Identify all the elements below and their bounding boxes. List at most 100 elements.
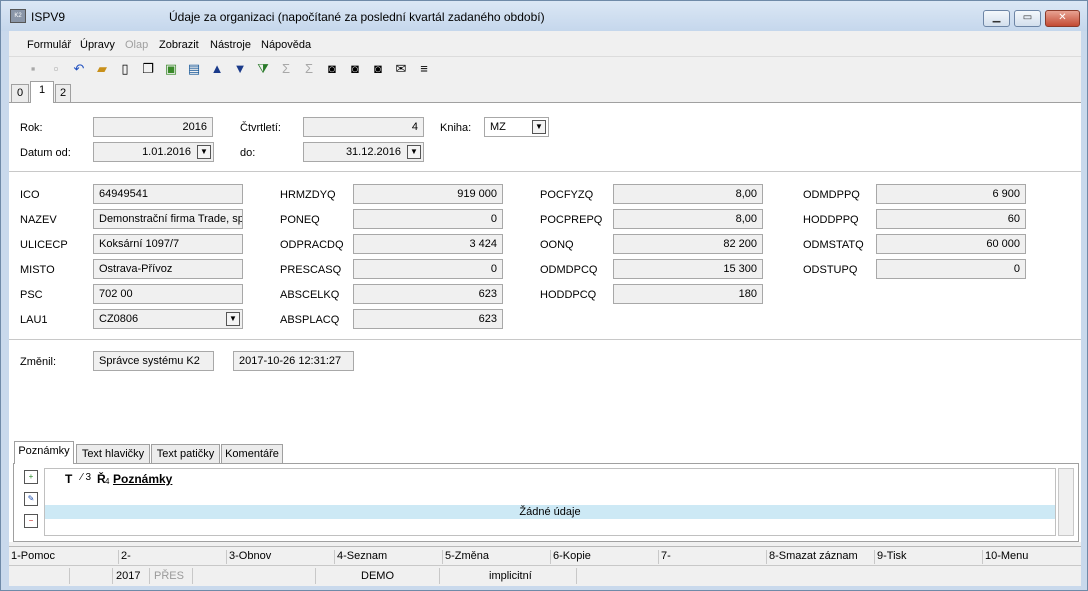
function-key-bar: 1-Pomoc 2- 3-Obnov 4-Seznam 5-Změna 6-Ko… <box>9 546 1081 564</box>
binoculars-back-icon[interactable]: ◙ <box>346 60 364 78</box>
add-note-icon[interactable]: + <box>24 470 38 484</box>
misto-field[interactable]: Ostrava-Přívoz <box>93 259 243 279</box>
zmenil-label: Změnil: <box>20 356 57 368</box>
fkey-5[interactable]: 5-Změna <box>442 550 489 564</box>
tab-text-hlavicky[interactable]: Text hlavičky <box>76 444 150 463</box>
abscelkq-field[interactable]: 623 <box>353 284 503 304</box>
hoddpcq-field[interactable]: 180 <box>613 284 763 304</box>
fkey-4[interactable]: 4-Seznam <box>334 550 387 564</box>
envelope-icon[interactable]: ✉ <box>392 60 410 78</box>
column-3[interactable]: ⁄ 3 <box>81 472 91 483</box>
filter-icon[interactable]: ⧩ <box>254 60 272 78</box>
odstupq-field[interactable]: 0 <box>876 259 1026 279</box>
fkey-10[interactable]: 10-Menu <box>982 550 1028 564</box>
maximize-button[interactable]: ▭ <box>1014 10 1041 27</box>
notes-panel: + ✎ − T ⁄ 3 Ř 4 Poznámky Žádné údaje <box>13 463 1079 542</box>
delete-note-icon[interactable]: − <box>24 514 38 528</box>
status-divider <box>315 568 316 584</box>
arrow-up-icon[interactable]: ▲ <box>208 60 226 78</box>
save-as-icon[interactable]: ▫ <box>47 60 65 78</box>
tab-komentare[interactable]: Komentáře <box>221 444 283 463</box>
open-folder-icon[interactable]: ▰ <box>93 60 111 78</box>
oonq-field[interactable]: 82 200 <box>613 234 763 254</box>
ico-field[interactable]: 64949541 <box>93 184 243 204</box>
lock-icon[interactable]: ▣ <box>162 60 180 78</box>
ulicecp-label: ULICECP <box>20 239 68 251</box>
zmenil-user-field[interactable]: Správce systému K2 <box>93 351 214 371</box>
undo-icon[interactable]: ↶ <box>70 60 88 78</box>
notes-grid[interactable]: T ⁄ 3 Ř 4 Poznámky Žádné údaje <box>44 468 1056 536</box>
pocfyzq-label: POCFYZQ <box>540 189 594 201</box>
sum-icon[interactable]: Σ <box>277 60 295 78</box>
datum-od-field[interactable]: 1.01.2016 ▼ <box>93 142 214 162</box>
title-bar[interactable]: K2 ISPV9 Údaje za organizaci (napočítané… <box>1 1 1087 31</box>
menu-zobrazit[interactable]: Zobrazit <box>159 39 199 51</box>
ulicecp-field[interactable]: Koksární 1097/7 <box>93 234 243 254</box>
tab-1[interactable]: 1 <box>30 81 54 103</box>
fkey-9[interactable]: 9-Tisk <box>874 550 907 564</box>
binoculars-icon[interactable]: ◙ <box>323 60 341 78</box>
odmstatq-field[interactable]: 60 000 <box>876 234 1026 254</box>
rok-field[interactable]: 2016 <box>93 117 213 137</box>
prescasq-field[interactable]: 0 <box>353 259 503 279</box>
menu-formular[interactable]: Formulář <box>27 39 71 51</box>
pocprepq-field[interactable]: 8,00 <box>613 209 763 229</box>
chevron-down-icon[interactable]: ▼ <box>407 145 421 159</box>
binoculars-forward-icon[interactable]: ◙ <box>369 60 387 78</box>
lau1-select[interactable]: CZ0806 ▼ <box>93 309 243 329</box>
menu-napoveda[interactable]: Nápověda <box>261 39 311 51</box>
tab-text-paticky[interactable]: Text patičky <box>151 444 220 463</box>
psc-field[interactable]: 702 00 <box>93 284 243 304</box>
ctvrtleti-label: Čtvrtletí: <box>240 122 281 134</box>
fkey-1[interactable]: 1-Pomoc <box>9 550 55 564</box>
column-r-sub: 4 <box>105 477 110 486</box>
chevron-down-icon[interactable]: ▼ <box>226 312 240 326</box>
book-icon[interactable]: ▤ <box>185 60 203 78</box>
fkey-8[interactable]: 8-Smazat záznam <box>766 550 858 564</box>
menu-nastroje[interactable]: Nástroje <box>210 39 251 51</box>
kniha-value: MZ <box>490 121 506 133</box>
column-poznamky[interactable]: Poznámky <box>113 472 172 486</box>
copy-icon[interactable]: ❐ <box>139 60 157 78</box>
odmdppq-field[interactable]: 6 900 <box>876 184 1026 204</box>
arrow-down-icon[interactable]: ▼ <box>231 60 249 78</box>
zmenil-timestamp-field[interactable]: 2017-10-26 12:31:27 <box>233 351 354 371</box>
menu-olap[interactable]: Olap <box>125 39 148 51</box>
pocfyzq-field[interactable]: 8,00 <box>613 184 763 204</box>
tab-poznamky[interactable]: Poznámky <box>14 441 74 464</box>
fkey-3[interactable]: 3-Obnov <box>226 550 271 564</box>
new-document-icon[interactable]: ▯ <box>116 60 134 78</box>
chevron-down-icon[interactable]: ▼ <box>532 120 546 134</box>
tab-0[interactable]: 0 <box>11 84 29 102</box>
odmdpcq-field[interactable]: 15 300 <box>613 259 763 279</box>
absplacq-field[interactable]: 623 <box>353 309 503 329</box>
do-field[interactable]: 31.12.2016 ▼ <box>303 142 424 162</box>
menu-upravy[interactable]: Úpravy <box>80 39 115 51</box>
ctvrtleti-field[interactable]: 4 <box>303 117 424 137</box>
hrmzdyq-field[interactable]: 919 000 <box>353 184 503 204</box>
menu-lines-icon[interactable]: ≡ <box>415 60 433 78</box>
chevron-down-icon[interactable]: ▼ <box>197 145 211 159</box>
kniha-select[interactable]: MZ ▼ <box>484 117 549 137</box>
grid-header: T ⁄ 3 Ř 4 Poznámky <box>45 469 1055 487</box>
odmdpcq-label: ODMDPCQ <box>540 264 598 276</box>
odstupq-label: ODSTUPQ <box>803 264 858 276</box>
poneq-field[interactable]: 0 <box>353 209 503 229</box>
tab-2[interactable]: 2 <box>55 84 71 102</box>
odpracdq-field[interactable]: 3 424 <box>353 234 503 254</box>
close-button[interactable]: ✕ <box>1045 10 1080 27</box>
edit-note-icon[interactable]: ✎ <box>24 492 38 506</box>
fkey-6[interactable]: 6-Kopie <box>550 550 591 564</box>
notes-scrollbar[interactable] <box>1058 468 1074 536</box>
column-t[interactable]: T <box>65 472 72 486</box>
hoddppq-field[interactable]: 60 <box>876 209 1026 229</box>
status-divider <box>112 568 113 584</box>
save-icon[interactable]: ▪ <box>24 60 42 78</box>
misto-label: MISTO <box>20 264 55 276</box>
minimize-button[interactable]: ▁ <box>983 10 1010 27</box>
ico-label: ICO <box>20 189 40 201</box>
fkey-2[interactable]: 2- <box>118 550 131 564</box>
fkey-7[interactable]: 7- <box>658 550 671 564</box>
sum-filter-icon[interactable]: Σ <box>300 60 318 78</box>
nazev-field[interactable]: Demonstrační firma Trade, sp <box>93 209 243 229</box>
